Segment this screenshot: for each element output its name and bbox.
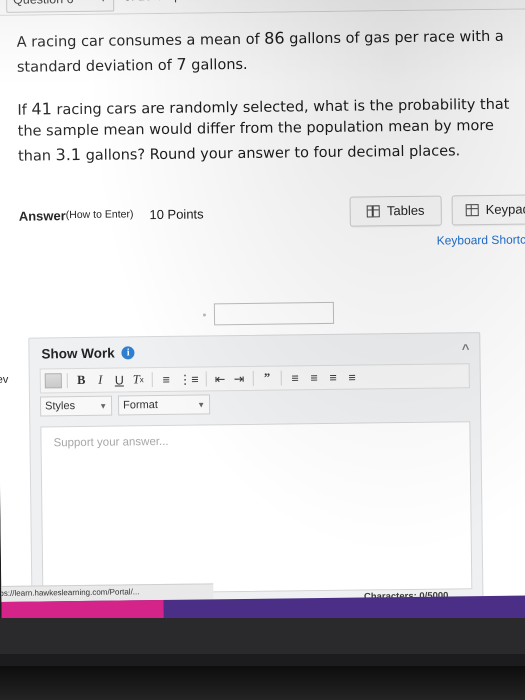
timer: 01:33: [499,0,525,2]
standard-deviation-value: 7 [176,54,187,74]
question-page: A racing car consumes a mean of 86 gallo… [0,9,525,630]
indent-icon[interactable]: ⇥ [230,369,247,388]
underline-button[interactable]: U [111,370,128,389]
table-icon [366,205,381,218]
italic-button[interactable]: I [92,371,109,390]
chevron-down-icon: ▼ [197,399,206,410]
problem-text-2c: gallons? Round your answer to four decim… [80,143,461,164]
answer-tool-buttons: Tables Keypad [349,194,525,227]
info-icon[interactable]: i [121,345,135,359]
editor-placeholder: Support your answer... [53,435,169,450]
step-indicator: of 13 Step 1 of 1 [124,0,216,3]
styles-dropdown-label: Styles [45,400,76,413]
answer-label: Answer [18,207,66,224]
remove-format-button[interactable]: Tx [130,370,147,389]
numbered-list-icon[interactable]: ≡ [158,370,175,389]
laptop-screen: Question 6 ▼ of 13 Step 1 of 1 01:33: A … [0,0,525,630]
device-bezel [0,618,525,654]
question-selector[interactable]: Question 6 ▼ [5,0,115,13]
keypad-icon [465,203,479,217]
mean-value: 86 [264,28,285,48]
format-dropdown[interactable]: Format ▼ [117,394,211,416]
toolbar-separator [66,373,68,389]
points-label: 10 Points [149,206,204,222]
tables-button-label: Tables [386,203,425,219]
blockquote-icon[interactable]: ” [258,369,275,388]
editor-toolbar-row2: Styles ▼ Format ▼ [39,391,470,418]
align-right-icon[interactable]: ≡ [324,368,341,387]
how-to-enter-link[interactable]: (How to Enter) [66,209,134,222]
chevron-up-icon[interactable]: ^ [462,341,470,356]
problem-text-1c: gallons. [186,56,248,74]
show-work-title: Show Work [41,345,115,361]
chevron-down-icon: ▼ [99,401,108,411]
toolbar-separator [252,370,254,386]
bulleted-list-icon[interactable]: ⋮≡ [177,370,201,389]
cursor-artifact [202,313,207,317]
toolbar-separator [280,370,282,386]
sample-size-value: 41 [31,98,52,119]
problem-paragraph-2: If 41 racing cars are randomly selected,… [17,91,517,168]
left-edge-label: ev [0,373,9,386]
show-work-editor[interactable]: Support your answer... [40,421,473,595]
answer-input[interactable] [213,301,335,326]
problem-text-1a: A racing car consumes a mean of [16,31,265,51]
toolbar-separator [151,372,153,388]
keypad-button-label: Keypad [485,201,525,218]
show-work-panel: Show Work i ^ B I U Tx ≡ ⋮≡ ⇤ ⇥ ” ≡ ≡ ≡ … [28,332,484,618]
keyboard-shortcuts-link[interactable]: Keyboard Shortcuts [437,232,525,247]
difference-value: 3.1 [55,144,82,165]
keypad-button[interactable]: Keypad [451,194,525,226]
align-left-icon[interactable]: ≡ [286,368,303,387]
toolbar-separator [205,371,207,387]
editor-toolbar: B I U Tx ≡ ⋮≡ ⇤ ⇥ ” ≡ ≡ ≡ ≡ [39,363,470,394]
tables-button[interactable]: Tables [349,195,442,227]
align-justify-icon[interactable]: ≡ [343,368,360,387]
bold-button[interactable]: B [73,371,90,390]
problem-paragraph-1: A racing car consumes a mean of 86 gallo… [16,24,516,80]
outdent-icon[interactable]: ⇤ [211,369,228,388]
problem-text-2a: If [17,102,32,119]
keyboard-area [0,666,525,700]
source-icon[interactable] [44,373,62,389]
styles-dropdown[interactable]: Styles ▼ [39,395,113,417]
chevron-down-icon: ▼ [99,0,107,3]
answer-row: Answer (How to Enter) 10 Points Tables K… [18,194,525,247]
question-selector-label: Question 6 [13,0,74,7]
align-center-icon[interactable]: ≡ [305,368,322,387]
format-dropdown-label: Format [123,399,158,412]
